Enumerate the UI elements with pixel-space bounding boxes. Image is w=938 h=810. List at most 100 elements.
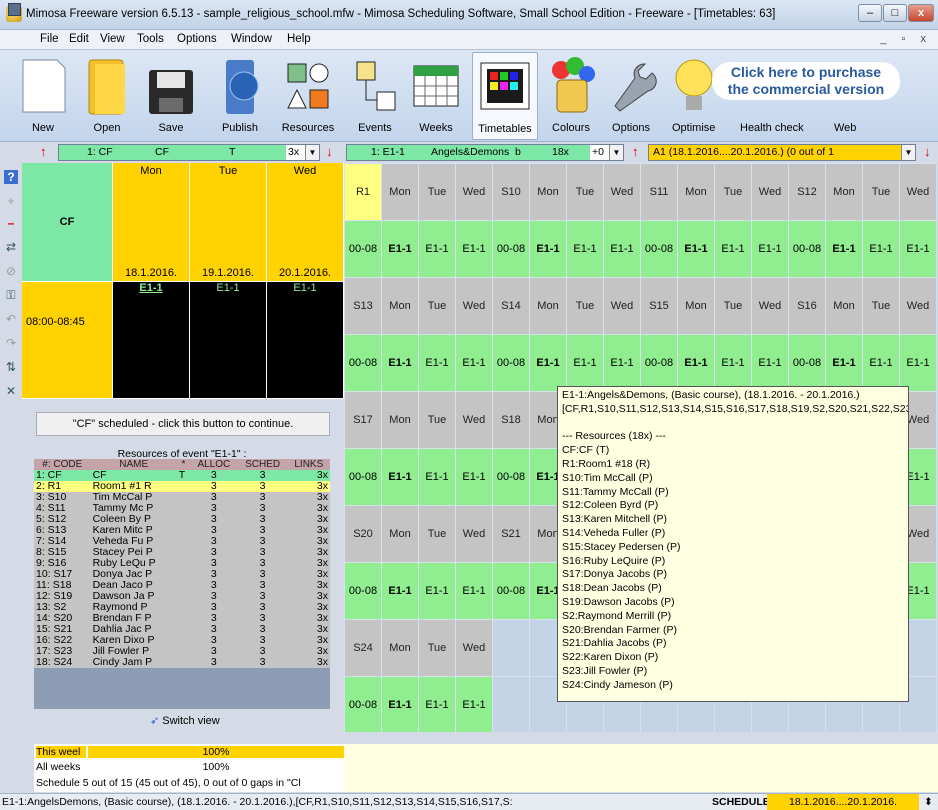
resources-header-cell[interactable]: NAME bbox=[90, 459, 177, 470]
cross-icon[interactable]: ✕ bbox=[4, 384, 18, 398]
grid-day-header[interactable]: Tue bbox=[862, 277, 900, 335]
day-header-wed[interactable]: Wed 20.1.2016. bbox=[267, 163, 343, 281]
grid-resource-header[interactable]: S21 bbox=[492, 505, 530, 563]
grid-event-cell[interactable]: E1-1 bbox=[529, 334, 567, 392]
grid-day-header[interactable]: Wed bbox=[455, 163, 493, 221]
resources-row[interactable]: 8: S15 Stacey Pei P 3 3 3x bbox=[34, 547, 330, 558]
grid-time-cell[interactable]: 00-08 bbox=[344, 562, 382, 620]
menu-file[interactable]: File bbox=[40, 33, 59, 45]
chevron-down-icon[interactable]: ▼ bbox=[609, 145, 623, 160]
toolbar-timetables-button[interactable]: Timetables bbox=[472, 52, 538, 140]
grid-event-cell[interactable]: E1-1 bbox=[381, 562, 419, 620]
grid-time-cell[interactable]: 00-08 bbox=[344, 220, 382, 278]
resources-row[interactable]: 17: S23 Jill Fowler P 3 3 3x bbox=[34, 646, 330, 657]
resources-row[interactable]: 6: S13 Karen Mitc P 3 3 3x bbox=[34, 525, 330, 536]
grid-day-header[interactable]: Mon bbox=[381, 391, 419, 449]
resources-row[interactable]: 15: S21 Dahlia Jac P 3 3 3x bbox=[34, 624, 330, 635]
grid-day-header[interactable]: Wed bbox=[455, 619, 493, 677]
grid-event-cell[interactable]: E1-1 bbox=[455, 562, 493, 620]
grid-resource-header[interactable]: S14 bbox=[492, 277, 530, 335]
grid-resource-header[interactable]: S17 bbox=[344, 391, 382, 449]
resources-row[interactable]: 7: S14 Veheda Fu P 3 3 3x bbox=[34, 536, 330, 547]
add-icon[interactable]: + bbox=[4, 194, 18, 208]
grid-event-cell[interactable]: E1-1 bbox=[381, 220, 419, 278]
toolbar-optimise-label[interactable]: Optimise bbox=[672, 122, 715, 134]
grid-resource-header[interactable]: S10 bbox=[492, 163, 530, 221]
toolbar-save-button[interactable]: Save bbox=[146, 52, 196, 140]
up-arrow-icon[interactable]: ↑ bbox=[632, 144, 639, 159]
grid-resource-header[interactable]: S24 bbox=[344, 619, 382, 677]
close-button[interactable]: x bbox=[908, 4, 934, 22]
lock-icon[interactable]: ⚿ bbox=[4, 288, 18, 302]
grid-day-header[interactable]: Wed bbox=[899, 163, 937, 221]
grid-event-cell[interactable]: E1-1 bbox=[381, 334, 419, 392]
grid-day-header[interactable]: Wed bbox=[603, 277, 641, 335]
scroll-updown-icon[interactable]: ⬍ bbox=[924, 794, 933, 810]
continue-button[interactable]: "CF" scheduled - click this button to co… bbox=[36, 412, 330, 436]
grid-event-cell[interactable]: E1-1 bbox=[862, 220, 900, 278]
grid-time-cell[interactable]: 00-08 bbox=[788, 334, 826, 392]
grid-day-header[interactable]: Wed bbox=[751, 163, 789, 221]
down-arrow-icon[interactable]: ↓ bbox=[326, 144, 333, 159]
toolbar-publish-button[interactable]: Publish bbox=[214, 52, 266, 140]
menu-window[interactable]: Window bbox=[231, 33, 272, 45]
grid-event-cell[interactable]: E1-1 bbox=[418, 562, 456, 620]
menu-view[interactable]: View bbox=[100, 33, 125, 45]
minimize-button[interactable]: – bbox=[858, 4, 882, 22]
toolbar-resources-button[interactable]: Resources bbox=[276, 52, 340, 140]
maximize-button[interactable]: □ bbox=[883, 4, 907, 22]
grid-event-cell[interactable]: E1-1 bbox=[566, 220, 604, 278]
grid-day-header[interactable]: Wed bbox=[899, 277, 937, 335]
grid-day-header[interactable]: Mon bbox=[381, 505, 419, 563]
grid-day-header[interactable]: Mon bbox=[529, 163, 567, 221]
menu-tools[interactable]: Tools bbox=[137, 33, 164, 45]
grid-day-header[interactable]: Tue bbox=[418, 277, 456, 335]
grid-event-cell[interactable]: E1-1 bbox=[381, 448, 419, 506]
grid-time-cell[interactable]: 00-08 bbox=[640, 220, 678, 278]
grid-day-header[interactable]: Wed bbox=[455, 505, 493, 563]
grid-event-cell[interactable]: E1-1 bbox=[418, 448, 456, 506]
grid-event-cell[interactable]: E1-1 bbox=[455, 676, 493, 734]
resource-selector[interactable]: 1: CF CF T 3x ▼ bbox=[58, 144, 320, 161]
grid-time-cell[interactable]: 00-08 bbox=[492, 448, 530, 506]
grid-event-cell[interactable]: E1-1 bbox=[825, 220, 863, 278]
grid-event-cell[interactable]: E1-1 bbox=[455, 334, 493, 392]
help-icon[interactable]: ? bbox=[4, 170, 18, 184]
link-icon[interactable]: ⇄ bbox=[4, 240, 18, 254]
toolbar-colours-button[interactable]: Colours bbox=[544, 52, 598, 140]
chevron-down-icon[interactable]: ▼ bbox=[305, 145, 319, 160]
grid-time-cell[interactable]: 00-08 bbox=[492, 562, 530, 620]
grid-event-cell[interactable]: E1-1 bbox=[381, 676, 419, 734]
menu-edit[interactable]: Edit bbox=[69, 33, 89, 45]
grid-time-cell[interactable]: 00-08 bbox=[492, 220, 530, 278]
grid-day-header[interactable]: Wed bbox=[603, 163, 641, 221]
grid-event-cell[interactable]: E1-1 bbox=[677, 220, 715, 278]
grid-time-cell[interactable]: 00-08 bbox=[788, 220, 826, 278]
resources-header-cell[interactable]: ALLOC bbox=[190, 459, 238, 470]
grid-resource-header[interactable]: S18 bbox=[492, 391, 530, 449]
grid-resource-header[interactable]: S20 bbox=[344, 505, 382, 563]
toolbar-health-check-label[interactable]: Health check bbox=[740, 122, 804, 134]
grid-day-header[interactable]: Tue bbox=[566, 163, 604, 221]
resources-header-cell[interactable]: #: CODE bbox=[34, 459, 91, 470]
grid-event-cell[interactable]: E1-1 bbox=[862, 334, 900, 392]
grid-day-header[interactable]: Mon bbox=[677, 163, 715, 221]
grid-event-cell[interactable]: E1-1 bbox=[603, 334, 641, 392]
grid-event-cell[interactable]: E1-1 bbox=[751, 334, 789, 392]
grid-day-header[interactable]: Wed bbox=[455, 391, 493, 449]
grid-day-header[interactable]: Mon bbox=[529, 277, 567, 335]
resources-header-cell[interactable]: LINKS bbox=[287, 459, 330, 470]
grid-day-header[interactable]: Mon bbox=[381, 619, 419, 677]
purchase-ad-banner[interactable]: Click here to purchase the commercial ve… bbox=[668, 52, 902, 140]
grid-day-header[interactable]: Mon bbox=[381, 163, 419, 221]
grid-day-header[interactable]: Tue bbox=[418, 619, 456, 677]
grid-resource-header[interactable]: S13 bbox=[344, 277, 382, 335]
toolbar-open-button[interactable]: Open bbox=[82, 52, 132, 140]
grid-event-cell[interactable]: E1-1 bbox=[714, 334, 752, 392]
grid-event-cell[interactable]: E1-1 bbox=[899, 220, 937, 278]
toolbar-options-button[interactable]: Options bbox=[608, 52, 657, 140]
resources-row[interactable]: 10: S17 Donya Jac P 3 3 3x bbox=[34, 569, 330, 580]
day-header-mon[interactable]: Mon 18.1.2016. bbox=[113, 163, 189, 281]
grid-day-header[interactable]: Wed bbox=[751, 277, 789, 335]
grid-day-header[interactable]: Mon bbox=[677, 277, 715, 335]
